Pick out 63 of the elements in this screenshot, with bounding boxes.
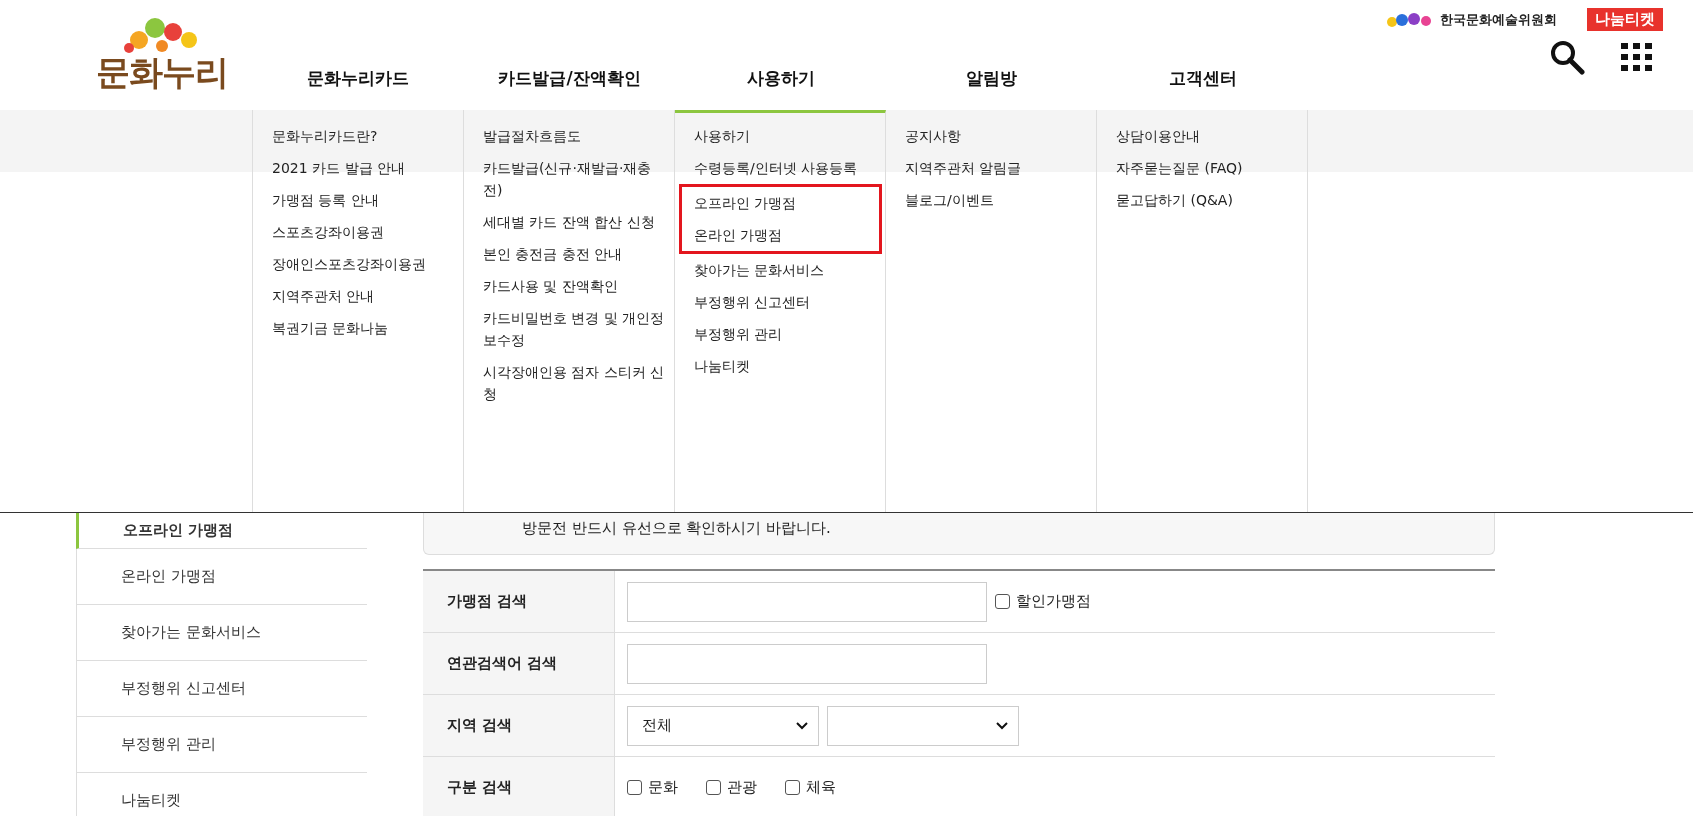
nav-menu-item[interactable]: 카드발급/잔액확인 (464, 67, 675, 90)
region-select[interactable]: 전체 (627, 705, 819, 746)
search-input-field[interactable] (627, 643, 987, 684)
sidebar-item[interactable]: 찾아가는 문화서비스 (77, 605, 367, 661)
sidebar-item[interactable]: 나눔티켓 (77, 773, 367, 816)
submenu-link[interactable]: 2021 카드 발급 안내 (257, 152, 460, 184)
submenu-link[interactable]: 블로그/이벤트 (890, 184, 1093, 216)
site-logo[interactable]: 문화누리 (96, 50, 228, 96)
nav-menu-item[interactable]: 알림방 (886, 67, 1097, 90)
submenu-link[interactable]: 공지사항 (890, 120, 1093, 152)
search-icon[interactable] (1549, 39, 1585, 75)
submenu-link[interactable]: 사용하기 (679, 120, 882, 152)
checkbox-label[interactable]: 관광 (727, 778, 757, 797)
sidebar-item[interactable]: 부정행위 신고센터 (77, 661, 367, 717)
nav-menu-item[interactable]: 사용하기 (675, 67, 886, 90)
submenu-link[interactable]: 카드발급(신규·재발급·재충전) (468, 152, 671, 206)
submenu-link[interactable]: 카드사용 및 잔액확인 (468, 270, 671, 302)
submenu-link[interactable]: 상담이용안내 (1101, 120, 1304, 152)
org-logo-icon (1386, 10, 1434, 29)
checkbox-label[interactable]: 할인가맹점 (1016, 592, 1091, 611)
submenu-link[interactable]: 수령등록/인터넷 사용등록 (679, 152, 882, 184)
search-input-field[interactable] (627, 581, 987, 622)
form-label: 연관검색어 검색 (423, 633, 615, 694)
submenu-link[interactable]: 온라인 가맹점 (679, 219, 882, 254)
submenu-link[interactable]: 지역주관처 안내 (257, 280, 460, 312)
ticket-logo[interactable]: 나눔티켓 (1587, 8, 1663, 31)
submenu-link[interactable]: 지역주관처 알림글 (890, 152, 1093, 184)
notice-text: 방문전 반드시 유선으로 확인하시기 바랍니다. (522, 519, 831, 537)
checkbox[interactable] (785, 780, 800, 795)
submenu-link[interactable]: 자주묻는질문 (FAQ) (1101, 152, 1304, 184)
submenu-link[interactable]: 나눔티켓 (679, 350, 882, 382)
submenu-link[interactable]: 세대별 카드 잔액 합산 신청 (468, 206, 671, 238)
chevron-down-icon (796, 721, 808, 730)
submenu-link[interactable]: 복권기금 문화나눔 (257, 312, 460, 344)
submenu-link[interactable]: 스포츠강좌이용권 (257, 216, 460, 248)
checkbox[interactable] (995, 594, 1010, 609)
submenu-link[interactable]: 가맹점 등록 안내 (257, 184, 460, 216)
menu-icon[interactable] (1621, 43, 1653, 71)
form-label: 구분 검색 (423, 757, 615, 816)
submenu-link[interactable]: 묻고답하기 (Q&A) (1101, 184, 1304, 216)
sidebar-item[interactable]: 오프라인 가맹점 (76, 513, 367, 549)
nav-menu-item[interactable]: 문화누리카드 (252, 67, 464, 90)
org-name[interactable]: 한국문화예술위원회 (1440, 10, 1557, 29)
checkbox-label[interactable]: 체육 (806, 778, 836, 797)
checkbox[interactable] (627, 780, 642, 795)
submenu-link[interactable]: 찾아가는 문화서비스 (679, 254, 882, 286)
sidebar-item[interactable]: 부정행위 관리 (77, 717, 367, 773)
checkbox[interactable] (706, 780, 721, 795)
form-label: 지역 검색 (423, 695, 615, 756)
submenu-link[interactable]: 발급절차흐름도 (468, 120, 671, 152)
submenu-link[interactable]: 시각장애인용 점자 스티커 신청 (468, 356, 671, 410)
submenu-link[interactable]: 오프라인 가맹점 (679, 184, 882, 219)
sidebar-item[interactable]: 온라인 가맹점 (77, 549, 367, 605)
submenu-link[interactable]: 장애인스포츠강좌이용권 (257, 248, 460, 280)
form-label: 가맹점 검색 (423, 571, 615, 632)
submenu-link[interactable]: 부정행위 신고센터 (679, 286, 882, 318)
nav-menu-item[interactable]: 고객센터 (1097, 67, 1308, 90)
checkbox-label[interactable]: 문화 (648, 778, 678, 797)
submenu-link[interactable]: 부정행위 관리 (679, 318, 882, 350)
chevron-down-icon (996, 721, 1008, 730)
submenu-link[interactable]: 카드비밀번호 변경 및 개인정보수정 (468, 302, 671, 356)
submenu-link[interactable]: 문화누리카드란? (257, 120, 460, 152)
submenu-link[interactable]: 본인 충전금 충전 안내 (468, 238, 671, 270)
